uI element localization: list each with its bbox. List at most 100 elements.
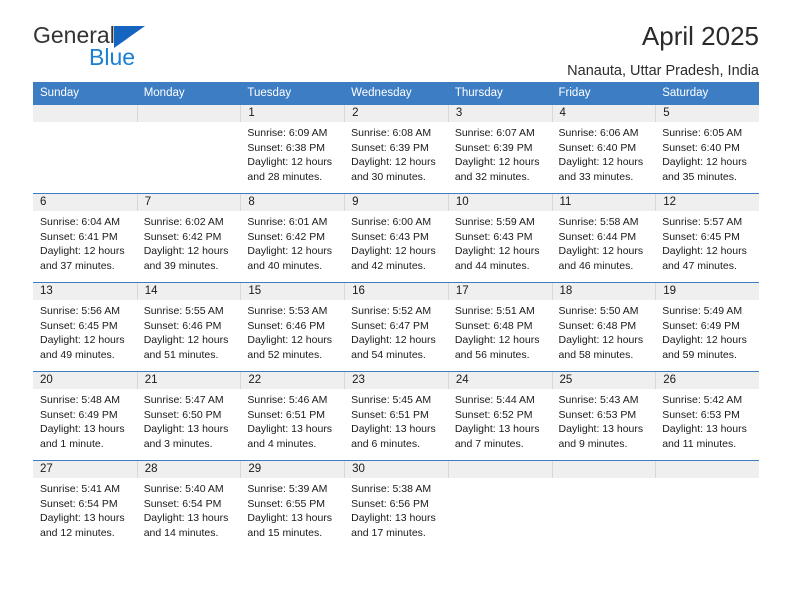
calendar-header-row: Sunday Monday Tuesday Wednesday Thursday… — [33, 82, 759, 105]
day-number: 30 — [344, 461, 448, 478]
calendar-day-cell[interactable]: 15 Sunrise: 5:53 AM Sunset: 6:46 PM Dayligh… — [240, 282, 345, 372]
calendar-day-cell[interactable]: 1 Sunrise: 6:09 AM Sunset: 6:38 PM Daylight… — [240, 104, 345, 194]
day-cell-inner: 10 Sunrise: 5:59 AM Sunset: 6:43 PM Dayligh… — [447, 194, 552, 282]
sunset-text: Sunset: 6:50 PM — [143, 408, 222, 421]
daylight-text: Daylight: 12 hours — [558, 334, 644, 347]
daylight-text: and 30 minutes. — [351, 170, 426, 183]
calendar-day-cell[interactable]: 13 Sunrise: 5:56 AM Sunset: 6:45 PM Dayligh… — [33, 282, 137, 372]
calendar-day-cell[interactable]: 29 Sunrise: 5:39 AM Sunset: 6:55 PM Dayligh… — [240, 460, 345, 549]
day-cell-inner: 27 Sunrise: 5:41 AM Sunset: 6:54 PM Dayligh… — [33, 461, 137, 549]
calendar-day-cell[interactable]: 3 Sunrise: 6:07 AM Sunset: 6:39 PM Daylight… — [447, 104, 552, 194]
day-details: Sunrise: 5:40 AM Sunset: 6:54 PM Daylight:… — [137, 478, 241, 540]
sunrise-text: Sunrise: 5:58 AM — [558, 216, 639, 228]
day-number: 11 — [551, 194, 656, 211]
calendar-week-row: 6 Sunrise: 6:04 AM Sunset: 6:41 PM Daylight… — [33, 193, 759, 283]
daylight-text: Daylight: 12 hours — [558, 156, 644, 169]
day-details: Sunrise: 6:09 AM Sunset: 6:38 PM Daylight:… — [240, 122, 344, 184]
day-cell-inner: 19 Sunrise: 5:49 AM Sunset: 6:49 PM Dayligh… — [655, 283, 759, 371]
daylight-text: and 42 minutes. — [351, 259, 426, 272]
sunrise-text: Sunrise: 6:00 AM — [351, 216, 432, 228]
day-number: 8 — [240, 194, 345, 211]
day-details: Sunrise: 5:39 AM Sunset: 6:55 PM Daylight:… — [240, 478, 344, 540]
day-number: 21 — [136, 372, 241, 389]
calendar-day-cell[interactable]: 10 Sunrise: 5:59 AM Sunset: 6:43 PM Dayligh… — [447, 193, 552, 283]
calendar-day-cell[interactable]: 25 Sunrise: 5:43 AM Sunset: 6:53 PM Dayligh… — [551, 371, 656, 461]
sunrise-text: Sunrise: 5:48 AM — [40, 394, 120, 406]
calendar-day-cell[interactable]: 17 Sunrise: 5:51 AM Sunset: 6:48 PM Dayligh… — [447, 282, 552, 372]
calendar-day-cell[interactable]: 6 Sunrise: 6:04 AM Sunset: 6:41 PM Daylight… — [33, 193, 137, 283]
daylight-text: and 54 minutes. — [351, 348, 426, 361]
calendar-page: General Blue April 2025 Nanauta, Uttar P… — [0, 0, 792, 612]
daylight-text: Daylight: 12 hours — [662, 156, 747, 169]
day-details: Sunrise: 5:53 AM Sunset: 6:46 PM Daylight:… — [240, 300, 344, 362]
sunrise-text: Sunrise: 6:05 AM — [662, 127, 743, 139]
daylight-text: Daylight: 12 hours — [351, 334, 436, 347]
sunrise-text: Sunrise: 5:45 AM — [351, 394, 432, 406]
daylight-text: and 3 minutes. — [143, 437, 213, 450]
calendar-day-cell[interactable]: 19 Sunrise: 5:49 AM Sunset: 6:49 PM Dayligh… — [655, 282, 759, 372]
calendar-day-cell[interactable]: 2 Sunrise: 6:08 AM Sunset: 6:39 PM Daylight… — [344, 104, 448, 194]
sunset-text: Sunset: 6:40 PM — [558, 141, 637, 154]
calendar-day-cell[interactable]: 22 Sunrise: 5:46 AM Sunset: 6:51 PM Dayligh… — [240, 371, 345, 461]
calendar-day-cell[interactable]: 24 Sunrise: 5:44 AM Sunset: 6:52 PM Dayligh… — [447, 371, 552, 461]
day-cell-inner: 7 Sunrise: 6:02 AM Sunset: 6:42 PM Daylight… — [136, 194, 241, 282]
day-details: Sunrise: 6:02 AM Sunset: 6:42 PM Daylight:… — [137, 211, 241, 273]
sunset-text: Sunset: 6:40 PM — [662, 141, 740, 154]
daylight-text: Daylight: 12 hours — [143, 245, 229, 258]
calendar-day-cell[interactable]: 27 Sunrise: 5:41 AM Sunset: 6:54 PM Dayligh… — [33, 460, 137, 549]
calendar-day-cell[interactable]: 11 Sunrise: 5:58 AM Sunset: 6:44 PM Dayligh… — [551, 193, 656, 283]
calendar-day-cell[interactable]: 20 Sunrise: 5:48 AM Sunset: 6:49 PM Dayligh… — [33, 371, 137, 461]
calendar-day-cell[interactable]: 12 Sunrise: 5:57 AM Sunset: 6:45 PM Dayligh… — [655, 193, 759, 283]
day-details — [552, 478, 656, 482]
sunset-text: Sunset: 6:43 PM — [351, 230, 429, 243]
calendar-day-cell[interactable]: 28 Sunrise: 5:40 AM Sunset: 6:54 PM Dayligh… — [136, 460, 241, 549]
sunrise-text: Sunrise: 5:53 AM — [247, 305, 328, 317]
day-number: 10 — [447, 194, 552, 211]
day-details: Sunrise: 5:50 AM Sunset: 6:48 PM Daylight:… — [552, 300, 656, 362]
weekday-header-wednesday: Wednesday — [344, 82, 448, 105]
day-cell-inner: 11 Sunrise: 5:58 AM Sunset: 6:44 PM Dayligh… — [551, 194, 656, 282]
daylight-text: and 33 minutes. — [558, 170, 634, 183]
calendar-day-cell[interactable]: 4 Sunrise: 6:06 AM Sunset: 6:40 PM Daylight… — [551, 104, 656, 194]
calendar-day-cell[interactable]: 8 Sunrise: 6:01 AM Sunset: 6:42 PM Daylight… — [240, 193, 345, 283]
day-details: Sunrise: 6:06 AM Sunset: 6:40 PM Daylight:… — [552, 122, 656, 184]
daylight-text: and 4 minutes. — [247, 437, 317, 450]
calendar-day-cell[interactable]: 14 Sunrise: 5:55 AM Sunset: 6:46 PM Dayligh… — [136, 282, 241, 372]
calendar-day-cell[interactable]: 21 Sunrise: 5:47 AM Sunset: 6:50 PM Dayligh… — [136, 371, 241, 461]
day-number: 1 — [240, 105, 345, 122]
sunrise-text: Sunrise: 5:52 AM — [351, 305, 432, 317]
calendar-day-cell[interactable]: 23 Sunrise: 5:45 AM Sunset: 6:51 PM Dayligh… — [344, 371, 448, 461]
calendar-day-cell[interactable]: 30 Sunrise: 5:38 AM Sunset: 6:56 PM Dayligh… — [344, 460, 448, 549]
daylight-text: Daylight: 12 hours — [247, 334, 333, 347]
calendar-day-cell[interactable]: 7 Sunrise: 6:02 AM Sunset: 6:42 PM Daylight… — [136, 193, 241, 283]
day-number — [551, 461, 656, 478]
calendar-week-row: 27 Sunrise: 5:41 AM Sunset: 6:54 PM Dayligh… — [33, 460, 759, 549]
sunset-text: Sunset: 6:39 PM — [454, 141, 533, 154]
day-cell-inner: 3 Sunrise: 6:07 AM Sunset: 6:39 PM Daylight… — [447, 105, 552, 193]
calendar-day-cell[interactable]: 9 Sunrise: 6:00 AM Sunset: 6:43 PM Daylight… — [344, 193, 448, 283]
sunrise-text: Sunrise: 5:38 AM — [351, 483, 432, 495]
brand-logo[interactable]: General Blue — [33, 24, 243, 72]
day-number: 15 — [240, 283, 345, 300]
daylight-text: Daylight: 13 hours — [143, 512, 229, 525]
day-details: Sunrise: 5:44 AM Sunset: 6:52 PM Daylight:… — [448, 389, 552, 451]
day-number: 5 — [655, 105, 759, 122]
daylight-text: Daylight: 12 hours — [454, 245, 540, 258]
daylight-text: Daylight: 12 hours — [247, 245, 333, 258]
sunrise-text: Sunrise: 5:55 AM — [143, 305, 224, 317]
daylight-text: Daylight: 13 hours — [351, 423, 436, 436]
daylight-text: Daylight: 12 hours — [247, 156, 333, 169]
daylight-text: and 44 minutes. — [454, 259, 530, 272]
calendar-day-cell[interactable]: 5 Sunrise: 6:05 AM Sunset: 6:40 PM Daylight… — [655, 104, 759, 194]
day-details: Sunrise: 5:41 AM Sunset: 6:54 PM Daylight:… — [33, 478, 137, 540]
day-cell-inner: 22 Sunrise: 5:46 AM Sunset: 6:51 PM Dayligh… — [240, 372, 345, 460]
daylight-text: and 11 minutes. — [662, 437, 737, 450]
day-number: 27 — [33, 461, 137, 478]
calendar-day-cell[interactable]: 18 Sunrise: 5:50 AM Sunset: 6:48 PM Dayligh… — [551, 282, 656, 372]
daylight-text: and 40 minutes. — [247, 259, 323, 272]
sunset-text: Sunset: 6:47 PM — [351, 319, 429, 332]
calendar-day-cell[interactable]: 16 Sunrise: 5:52 AM Sunset: 6:47 PM Dayligh… — [344, 282, 448, 372]
calendar-day-cell[interactable]: 26 Sunrise: 5:42 AM Sunset: 6:53 PM Dayligh… — [655, 371, 759, 461]
sunrise-text: Sunrise: 6:07 AM — [454, 127, 535, 139]
day-number: 6 — [33, 194, 137, 211]
